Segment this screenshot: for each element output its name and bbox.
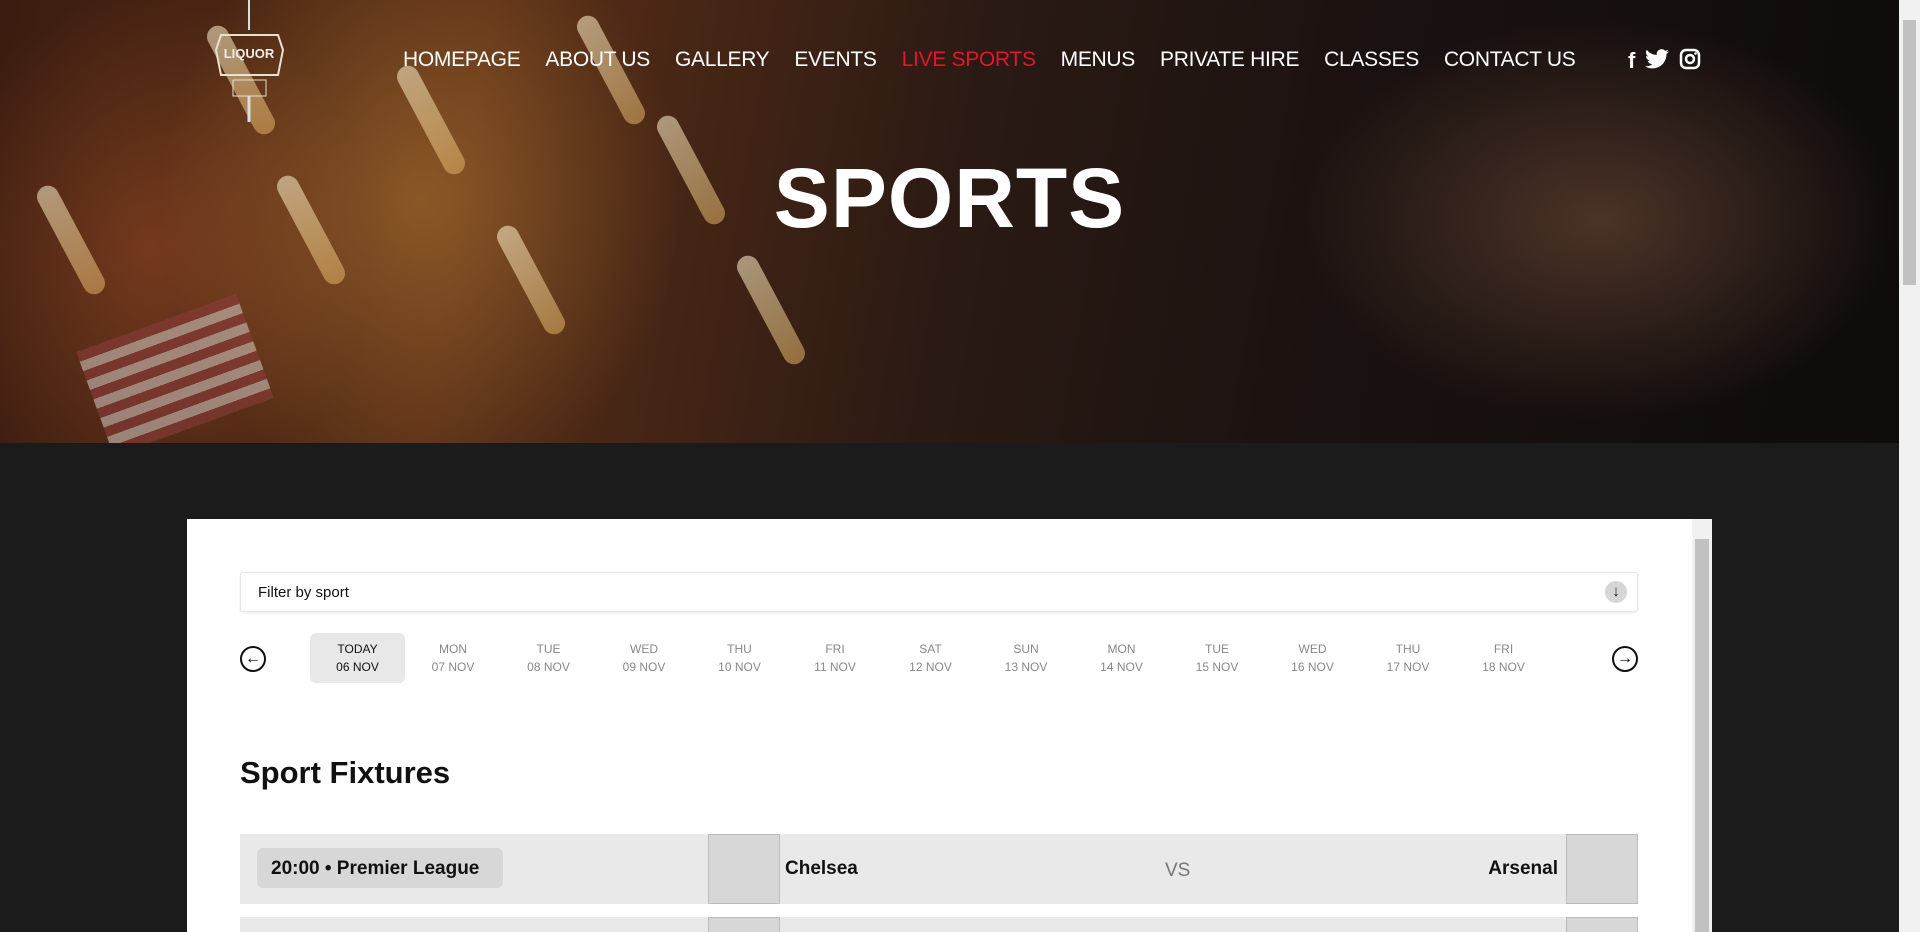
date-tab[interactable]: MON 07 NOV — [406, 633, 501, 683]
logo[interactable]: LIQUOR — [211, 0, 288, 122]
fixture-row[interactable]: 20:00 • Premier League Chelsea VS Arsena… — [240, 834, 1638, 904]
vs-label: VS — [1165, 860, 1191, 881]
date-date: 09 NOV — [622, 660, 666, 674]
nav-events[interactable]: EVENTS — [794, 48, 877, 72]
date-tab[interactable]: THU 10 NOV — [692, 633, 787, 683]
page-scrollbar[interactable] — [1899, 0, 1920, 932]
arrow-down-icon[interactable]: ↓ — [1605, 581, 1627, 603]
date-day: FRI — [825, 642, 845, 656]
home-team-logo — [708, 834, 780, 904]
date-date: 13 NOV — [1004, 660, 1048, 674]
date-day: SAT — [919, 642, 942, 656]
date-tab[interactable]: SUN 13 NOV — [979, 633, 1074, 683]
date-tab[interactable]: FRI 11 NOV — [788, 633, 883, 683]
widget-scrollbar[interactable] — [1692, 519, 1712, 932]
away-team-logo — [1566, 834, 1638, 904]
nav-live-sports[interactable]: LIVE SPORTS — [902, 48, 1036, 72]
facebook-icon[interactable]: f — [1628, 48, 1635, 76]
date-date: 10 NOV — [718, 660, 761, 674]
arrow-left-icon[interactable]: ← — [240, 646, 266, 672]
hero-banner: LIQUOR HOMEPAGE ABOUT US GALLERY EVENTS … — [0, 0, 1899, 443]
home-team-logo — [708, 917, 780, 932]
nav-homepage[interactable]: HOMEPAGE — [403, 48, 521, 72]
date-tab[interactable]: THU 17 NOV — [1361, 633, 1456, 683]
sport-filter-select[interactable]: Filter by sport ↓ — [240, 572, 1638, 612]
date-date: 14 NOV — [1100, 660, 1143, 674]
section-title: Sport Fixtures — [240, 755, 451, 790]
page-title: SPORTS — [773, 151, 1126, 245]
date-selector: ← TODAY 06 NOV MON 07 NOV TUE 08 NOV WED 09 NOV… — [240, 633, 1638, 683]
date-day: WED — [1298, 642, 1327, 656]
home-team: Chelsea — [785, 858, 858, 879]
date-date: 12 NOV — [909, 660, 952, 674]
nav-about-us[interactable]: ABOUT US — [545, 48, 650, 72]
nav-classes[interactable]: CLASSES — [1324, 48, 1419, 72]
date-date: 17 NOV — [1386, 660, 1430, 674]
date-tab[interactable]: WED 09 NOV — [597, 633, 692, 683]
svg-text:LIQUOR: LIQUOR — [224, 46, 275, 61]
date-date: 06 NOV — [336, 660, 379, 674]
date-day: SUN — [1013, 642, 1039, 656]
nav-contact-us[interactable]: CONTACT US — [1444, 48, 1576, 72]
fixture-badge: 20:00 • Premier League — [257, 848, 503, 888]
date-day: WED — [630, 642, 658, 656]
date-tab[interactable]: WED 16 NOV — [1265, 633, 1360, 683]
main-nav: HOMEPAGE ABOUT US GALLERY EVENTS LIVE SP… — [403, 48, 1601, 72]
date-date: 15 NOV — [1195, 660, 1239, 674]
nav-menus[interactable]: MENUS — [1061, 48, 1136, 72]
twitter-icon[interactable] — [1645, 48, 1670, 76]
date-tab[interactable]: MON 14 NOV — [1074, 633, 1169, 683]
sports-widget: Filter by sport ↓ ← TODAY 06 NOV MON 07 NOV… — [187, 519, 1712, 932]
date-date: 07 NOV — [431, 660, 475, 674]
date-date: 16 NOV — [1291, 660, 1334, 674]
filter-placeholder: Filter by sport — [258, 584, 349, 601]
arrow-right-icon[interactable]: → — [1612, 646, 1638, 672]
instagram-icon[interactable] — [1679, 48, 1701, 76]
date-date: 18 NOV — [1482, 660, 1525, 674]
date-tab[interactable]: TUE 15 NOV — [1170, 633, 1265, 683]
date-day: TUE — [1205, 642, 1229, 656]
date-tab[interactable]: FRI 18 NOV — [1456, 633, 1551, 683]
date-day: THU — [727, 642, 752, 656]
date-day: MON — [439, 642, 467, 656]
away-team: Arsenal — [1488, 858, 1558, 879]
social-links: f — [1628, 48, 1701, 76]
date-tab[interactable]: SAT 12 NOV — [883, 633, 978, 683]
date-day: TODAY — [337, 642, 378, 656]
date-date: 08 NOV — [527, 660, 570, 674]
date-day: TUE — [536, 642, 561, 656]
date-day: THU — [1395, 642, 1421, 656]
date-date: 11 NOV — [814, 660, 856, 674]
fixture-row[interactable] — [240, 917, 1638, 932]
date-tab[interactable]: TUE 08 NOV — [501, 633, 596, 683]
date-day: MON — [1107, 642, 1136, 656]
date-day: FRI — [1493, 642, 1514, 656]
away-team-logo — [1566, 917, 1638, 932]
nav-gallery[interactable]: GALLERY — [675, 48, 770, 72]
nav-private-hire[interactable]: PRIVATE HIRE — [1160, 48, 1299, 72]
date-tab[interactable]: TODAY 06 NOV — [310, 633, 405, 683]
